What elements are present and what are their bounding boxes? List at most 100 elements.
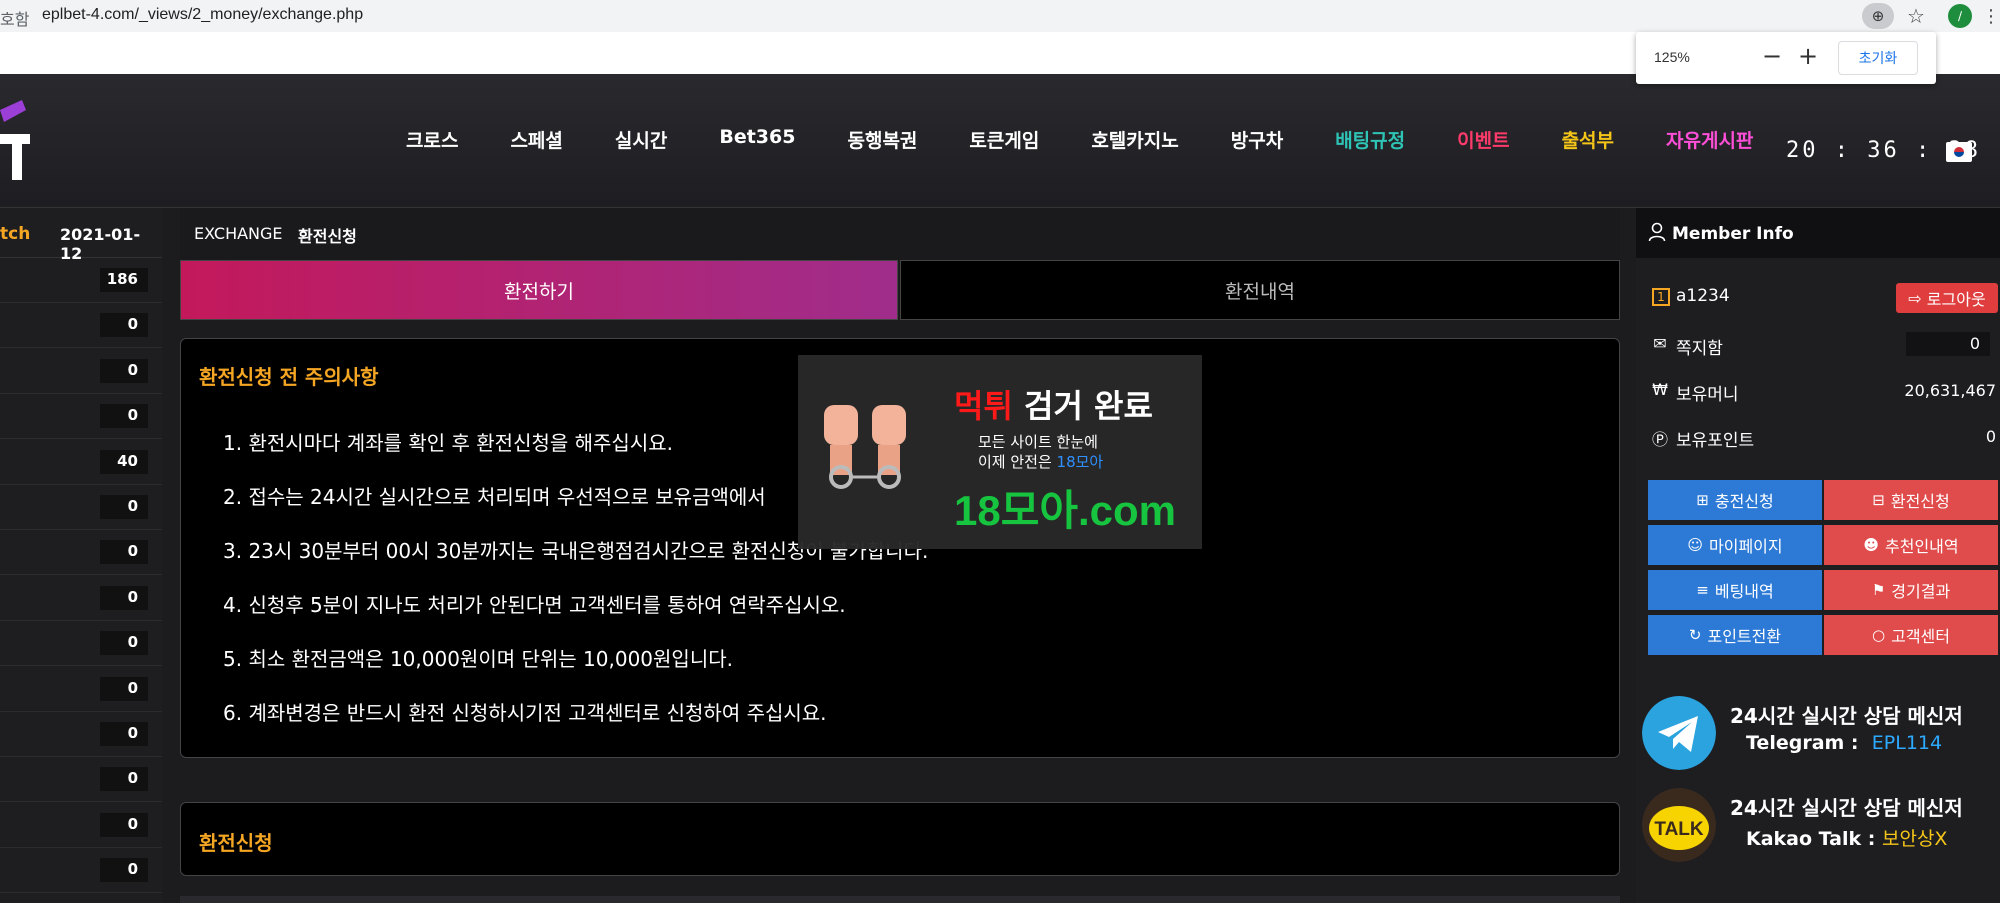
- bottom-strip: [180, 896, 1620, 903]
- promo-overlay-banner[interactable]: 먹튀 검거 완료 모든 사이트 한눈에 이제 안전은 18모아 18모아.com: [798, 355, 1202, 549]
- member-action-buttons: ⊞ 충전신청 ⊟ 환전신청 ☺ 마이페이지 ☻ 추천인내역 ≡ 베팅내역 ⚑ 경기결과 ↻ 포인트전환 ○ 고…: [1648, 480, 1998, 655]
- tab-exchange-history[interactable]: 환전내역: [900, 260, 1620, 320]
- kakao-headline: 24시간 실시간 상담 메신저: [1730, 796, 1963, 820]
- apply-title: 환전신청: [199, 831, 273, 855]
- count-row[interactable]: 0: [0, 485, 162, 530]
- count-badge: 0: [100, 767, 148, 792]
- count-badge: 0: [100, 631, 148, 656]
- count-badge: 0: [100, 812, 148, 837]
- overlay-subtitle-2: 이제 안전은 18모아: [978, 453, 1104, 471]
- match-date-row: tch 2021-01-12: [0, 208, 162, 263]
- svg-text:TALK: TALK: [1654, 819, 1704, 840]
- address-bar[interactable]: eplbet-4.com/_views/2_money/exchange.php: [42, 6, 363, 24]
- count-badge: 0: [100, 858, 148, 883]
- count-row[interactable]: 0: [0, 530, 162, 576]
- count-row[interactable]: 186: [0, 258, 162, 303]
- nav-item-5[interactable]: 토큰게임: [943, 126, 1065, 153]
- zoom-icon[interactable]: ⊕: [1862, 3, 1894, 29]
- kakao-contact[interactable]: TALK 24시간 실시간 상담 메신저 Kakao Talk : 보안상X: [1636, 784, 2000, 868]
- member-button-6[interactable]: ↻ 포인트전환: [1648, 615, 1822, 655]
- member-button-5[interactable]: ⚑ 경기결과: [1824, 570, 1998, 610]
- breadcrumb: EXCHANGE 환전신청: [180, 208, 1620, 260]
- button-label: 고객센터: [1891, 627, 1950, 646]
- count-row[interactable]: 0: [0, 303, 162, 349]
- nav-item-0[interactable]: 크로스: [380, 126, 484, 153]
- count-row[interactable]: 40: [0, 440, 162, 485]
- count-badge: 0: [100, 722, 148, 746]
- telegram-icon: [1642, 696, 1716, 770]
- nav-item-11[interactable]: 자유게시판: [1640, 126, 1779, 153]
- button-icon: ↻: [1688, 626, 1702, 644]
- count-row[interactable]: 0: [0, 757, 162, 803]
- tab-exchange[interactable]: 환전하기: [180, 260, 898, 320]
- member-button-1[interactable]: ⊟ 환전신청: [1824, 480, 1998, 520]
- zoom-reset-button[interactable]: 초기화: [1838, 41, 1918, 75]
- count-row[interactable]: 0: [0, 394, 162, 440]
- member-button-7[interactable]: ○ 고객센터: [1824, 615, 1998, 655]
- korea-flag-icon: [1946, 142, 1972, 162]
- notice-item: 4. 신청후 5분이 지나도 처리가 안된다면 고객센터를 통하여 연락주십시오…: [223, 593, 846, 617]
- nav-item-6[interactable]: 호텔카지노: [1065, 126, 1204, 153]
- nav-item-8[interactable]: 배팅규정: [1309, 126, 1431, 153]
- bookmark-star-icon[interactable]: ☆: [1902, 2, 1930, 30]
- exchange-tabs: 환전하기 환전내역: [180, 260, 1620, 320]
- breadcrumb-page: 환전신청: [298, 227, 357, 246]
- telegram-id-line: Telegram : EPL114: [1746, 732, 1943, 754]
- browser-toolbar: 호함 eplbet-4.com/_views/2_money/exchange.…: [0, 0, 2000, 32]
- button-label: 추천인내역: [1885, 537, 1959, 556]
- count-row[interactable]: 0: [0, 576, 162, 621]
- nav-item-10[interactable]: 출석부: [1536, 126, 1640, 153]
- zoom-level: 125%: [1654, 49, 1690, 65]
- button-label: 환전신청: [1890, 492, 1950, 511]
- count-row[interactable]: 0: [0, 621, 162, 667]
- notice-item: 6. 계좌변경은 반드시 환전 신청하시기전 고객센터로 신청하여 주십시요.: [223, 701, 827, 725]
- button-label: 충전신청: [1714, 492, 1774, 511]
- message-count: 0: [1906, 332, 1990, 356]
- breadcrumb-section: EXCHANGE: [194, 224, 283, 243]
- nav-item-7[interactable]: 방구차: [1205, 126, 1309, 153]
- count-badge: 0: [100, 585, 148, 610]
- button-label: 베팅내역: [1714, 582, 1774, 601]
- member-info-sidebar: Member Info 1 a1234 ⇨ 로그아웃 ✉ 쪽지함 0 ₩ 보유머…: [1636, 208, 2000, 903]
- count-badge: 0: [100, 495, 148, 519]
- username: a1234: [1676, 286, 1730, 306]
- count-row[interactable]: 0: [0, 667, 162, 712]
- message-row[interactable]: ✉ 쪽지함 0: [1636, 326, 2000, 366]
- telegram-headline: 24시간 실시간 상담 메신저: [1730, 704, 1963, 728]
- zoom-in-button[interactable]: +: [1798, 42, 1818, 70]
- point-icon: Ⓟ: [1651, 430, 1668, 449]
- count-row[interactable]: 0: [0, 803, 162, 848]
- profile-avatar[interactable]: ∕: [1948, 4, 1972, 28]
- apply-panel: 환전신청: [180, 802, 1620, 876]
- money-value: 20,631,467: [1904, 381, 1996, 400]
- envelope-icon: ✉: [1653, 334, 1667, 353]
- telegram-contact[interactable]: 24시간 실시간 상담 메신저 Telegram : EPL114: [1636, 692, 2000, 776]
- count-badge: 0: [100, 404, 148, 429]
- menu-kebab-icon[interactable]: ⋮: [1982, 4, 2000, 28]
- count-row[interactable]: 0: [0, 349, 162, 394]
- message-label: 쪽지함: [1676, 339, 1723, 359]
- button-icon: ☻: [1863, 536, 1880, 554]
- nav-item-4[interactable]: 동행복권: [821, 126, 943, 153]
- nav-item-3[interactable]: Bet365: [693, 126, 821, 153]
- left-sidebar: tch 2021-01-12 186 0 0 0 40 0 0 0 0 0 0 0 0 0: [0, 208, 162, 903]
- overlay-title: 먹튀 검거 완료: [954, 387, 1153, 425]
- money-label: 보유머니: [1676, 385, 1739, 405]
- point-label: 보유포인트: [1676, 431, 1755, 451]
- nav-item-2[interactable]: 실시간: [589, 126, 693, 153]
- member-button-0[interactable]: ⊞ 충전신청: [1648, 480, 1822, 520]
- member-button-4[interactable]: ≡ 베팅내역: [1648, 570, 1822, 610]
- user-icon: [1648, 222, 1666, 242]
- nav-item-9[interactable]: 이벤트: [1431, 126, 1535, 153]
- count-row[interactable]: 0: [0, 712, 162, 757]
- count-row[interactable]: 0: [0, 848, 162, 894]
- won-icon: ₩: [1652, 380, 1668, 399]
- member-button-3[interactable]: ☻ 추천인내역: [1824, 525, 1998, 565]
- nav-item-1[interactable]: 스페셜: [484, 126, 588, 153]
- site-logo[interactable]: [0, 100, 36, 184]
- logout-button[interactable]: ⇨ 로그아웃: [1896, 283, 1998, 313]
- member-button-2[interactable]: ☺ 마이페이지: [1648, 525, 1822, 565]
- match-label: tch: [0, 224, 31, 244]
- overlay-domain: 18모아.com: [954, 487, 1177, 534]
- zoom-out-button[interactable]: −: [1762, 42, 1782, 70]
